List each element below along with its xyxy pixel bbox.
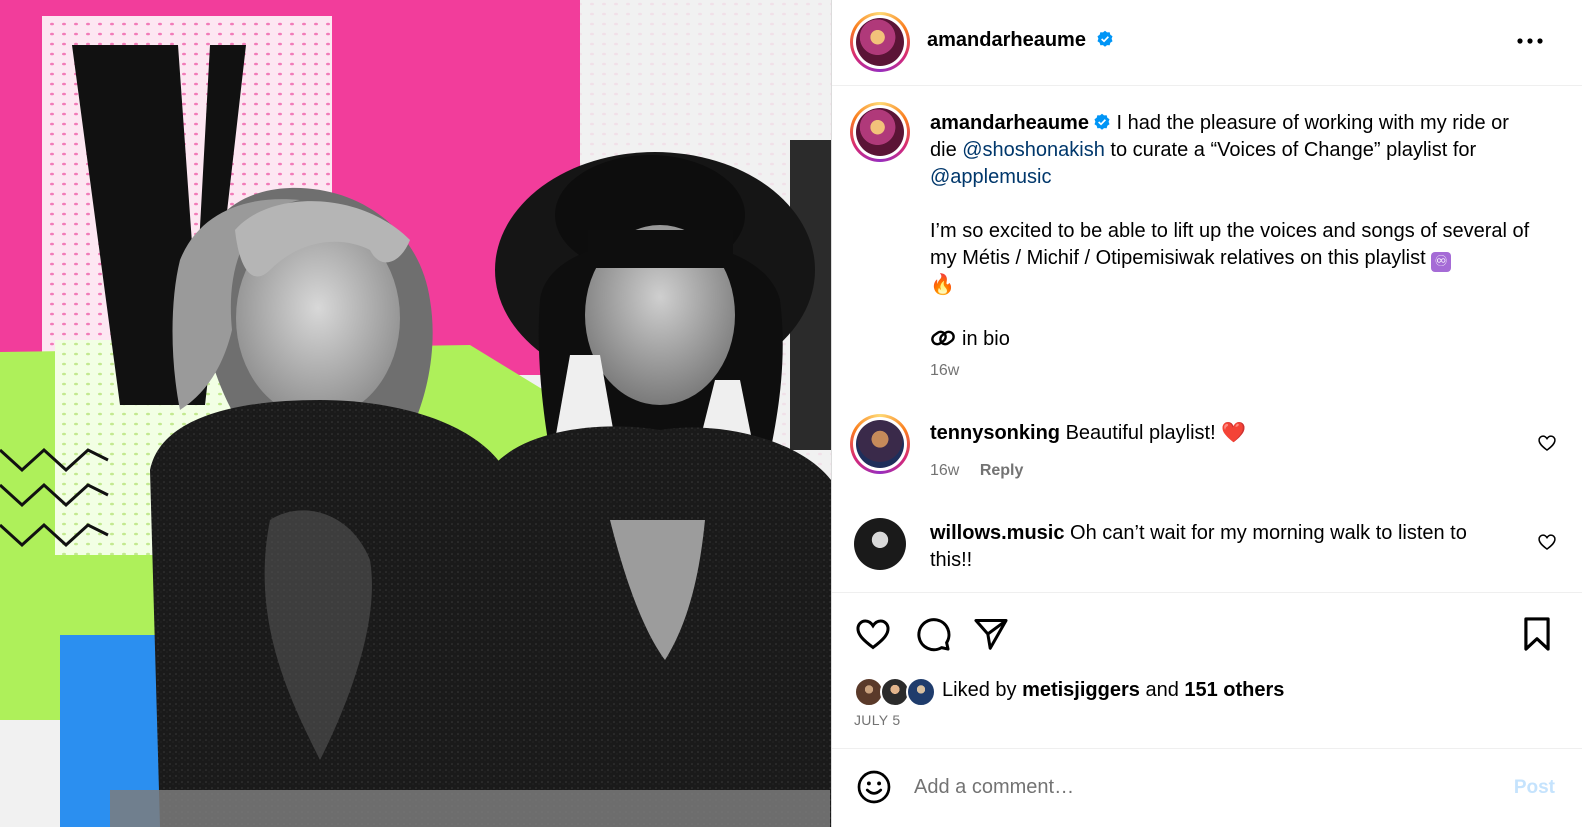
- comment-username[interactable]: willows.music: [930, 522, 1064, 544]
- post-photo-illustration: [0, 0, 831, 827]
- like-comment-heart-icon[interactable]: [1537, 433, 1557, 453]
- liked-by-prefix: Liked by: [942, 679, 1023, 701]
- caption-text: amandarheaume I had the pleasure of work…: [930, 110, 1540, 353]
- caption-line1-b: to curate a “Voices of Change” playlist …: [1104, 139, 1477, 161]
- add-comment-bar: Post: [832, 748, 1582, 827]
- red-heart-emoji: ❤️: [1221, 422, 1247, 444]
- caption-avatar[interactable]: [850, 102, 910, 162]
- save-bookmark-icon[interactable]: [1518, 615, 1556, 653]
- post-detail-panel: amandarheaume amandarheaume I had the pl…: [831, 0, 1582, 827]
- commenter-avatar[interactable]: [850, 414, 910, 474]
- caption-timestamp[interactable]: 16w: [930, 362, 959, 380]
- comment-body: tennysonking Beautiful playlist! ❤️: [930, 420, 1500, 447]
- comment-timestamp[interactable]: 16w: [930, 462, 959, 479]
- post-comment-button[interactable]: Post: [1514, 777, 1555, 799]
- verified-badge-icon: [1094, 113, 1110, 130]
- infinity-emoji: ♾: [1431, 252, 1452, 272]
- post-image[interactable]: [0, 0, 831, 827]
- author-avatar[interactable]: [850, 12, 910, 72]
- caption-paragraph-2: I’m so excited to be able to lift up the…: [930, 218, 1540, 299]
- comment-bubble-icon[interactable]: [914, 615, 952, 653]
- mention-shoshonakish[interactable]: @shoshonakish: [962, 139, 1105, 161]
- verified-badge-icon: [1097, 30, 1113, 47]
- comment-meta: 16w Reply: [930, 462, 1039, 480]
- post-date[interactable]: JULY 5: [854, 712, 900, 728]
- caption-bio-line: in bio: [930, 326, 1540, 353]
- comment-body: willows.music Oh can’t wait for my morni…: [930, 520, 1500, 574]
- caption-username[interactable]: amandarheaume: [930, 112, 1089, 134]
- commenter-avatar[interactable]: [854, 518, 906, 570]
- add-comment-input[interactable]: [914, 771, 1474, 803]
- post-actions: Liked by metisjiggers and 151 others JUL…: [832, 592, 1582, 748]
- author-username-wrap: amandarheaume: [927, 29, 1114, 52]
- like-comment-heart-icon[interactable]: [1537, 532, 1557, 552]
- comment-username[interactable]: tennysonking: [930, 422, 1060, 444]
- reply-button[interactable]: Reply: [980, 462, 1024, 479]
- author-username[interactable]: amandarheaume: [927, 29, 1086, 51]
- fire-emoji: 🔥: [930, 274, 955, 296]
- mention-applemusic[interactable]: @applemusic: [930, 166, 1051, 188]
- liker-avatars: [854, 677, 938, 707]
- like-heart-icon[interactable]: [854, 615, 892, 653]
- comment-text: Beautiful playlist!: [1065, 422, 1222, 444]
- bio-text: in bio: [962, 328, 1010, 350]
- liker-avatar[interactable]: [906, 677, 936, 707]
- liked-others[interactable]: 151 others: [1184, 679, 1284, 701]
- emoji-smiley-icon[interactable]: [856, 769, 892, 805]
- liked-by-user[interactable]: metisjiggers: [1022, 679, 1140, 701]
- liked-and: and: [1139, 679, 1185, 701]
- share-send-icon[interactable]: [972, 615, 1010, 653]
- post-header: amandarheaume: [832, 0, 1582, 86]
- liked-by-text: Liked by metisjiggers and 151 others: [942, 679, 1284, 702]
- link-chain-icon: [931, 330, 955, 346]
- more-options-icon[interactable]: [1513, 26, 1547, 56]
